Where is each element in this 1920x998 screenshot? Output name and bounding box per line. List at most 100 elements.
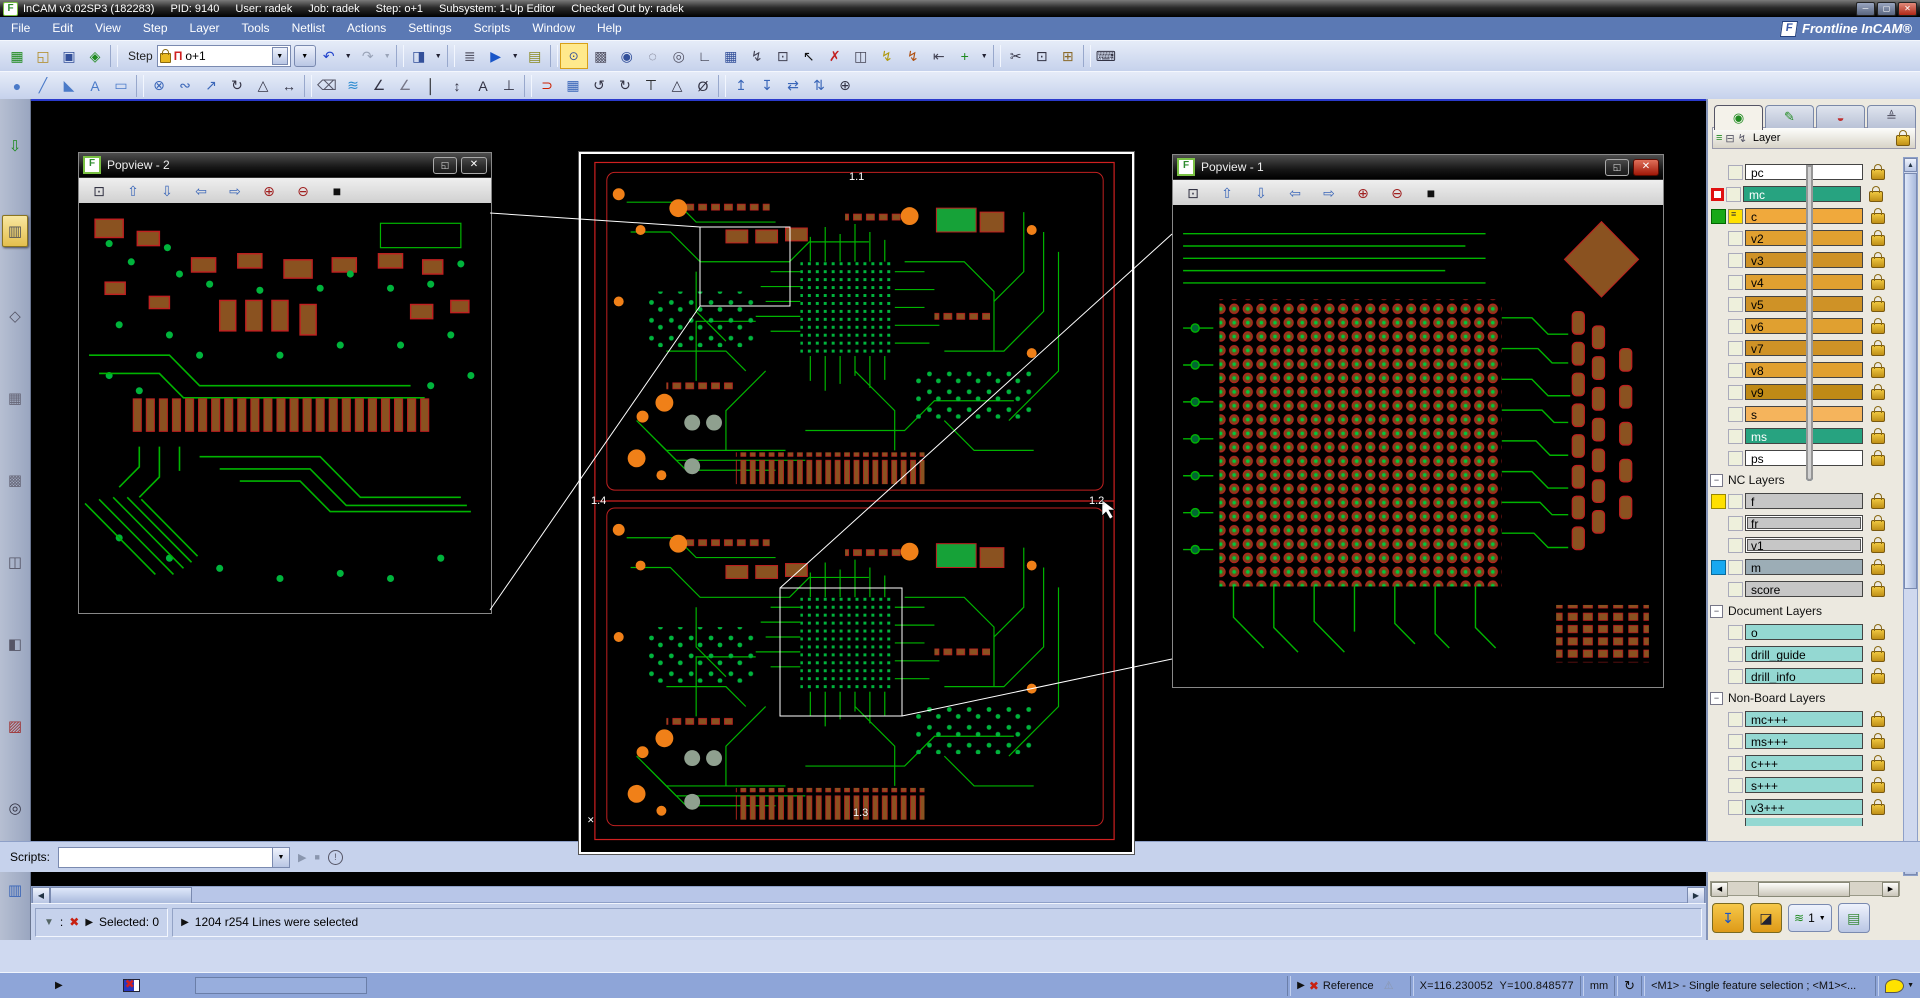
maximize-button[interactable]: ▢ — [1877, 2, 1896, 16]
layer-name[interactable]: v1 — [1745, 537, 1863, 553]
layer-checkbox[interactable] — [1728, 494, 1743, 509]
language-icon[interactable]: ✖ — [123, 979, 140, 992]
popview-2-canvas[interactable] — [79, 203, 491, 613]
move-right-icon[interactable]: ⇨ — [1317, 181, 1341, 205]
clear-selection-icon[interactable]: ✖ — [69, 915, 79, 929]
lock-icon[interactable] — [1871, 629, 1885, 640]
layer-count-combo[interactable]: ≋ 1 ▼ — [1788, 904, 1832, 932]
lock-icon[interactable] — [1871, 673, 1885, 684]
move-up-icon[interactable]: ⇧ — [121, 179, 145, 203]
move-vertex-icon[interactable]: ↕ — [444, 74, 470, 98]
run-icon[interactable]: ▶ — [483, 44, 509, 68]
layer-checkbox[interactable] — [1728, 407, 1743, 422]
layer-indicator[interactable] — [1711, 648, 1726, 661]
layer-checkbox[interactable] — [1728, 165, 1743, 180]
layer-checkbox[interactable] — [1728, 778, 1743, 793]
scroll-thumb[interactable] — [1904, 173, 1917, 589]
expand-icon[interactable]: ▶ — [85, 917, 93, 928]
arc-ccw-icon[interactable]: ↺ — [586, 74, 612, 98]
scroll-up-icon[interactable]: ▲ — [1904, 158, 1917, 172]
layer-checkbox[interactable] — [1728, 385, 1743, 400]
layer-name[interactable]: v3 — [1745, 252, 1863, 268]
layer-name[interactable]: fr — [1745, 515, 1863, 531]
layer-name[interactable]: mc+++ — [1745, 711, 1863, 727]
layer-checkbox[interactable] — [1728, 319, 1743, 334]
panel-tool-icon[interactable]: ▥ — [2, 215, 28, 247]
layer-checkbox[interactable] — [1728, 582, 1743, 597]
layer-name[interactable]: v5 — [1745, 296, 1863, 312]
measure-tool-icon[interactable]: ▥ — [2, 877, 28, 903]
layer-indicator[interactable] — [1711, 626, 1726, 639]
layers-hscrollbar[interactable]: ◀ ▶ — [1710, 881, 1900, 896]
layer-checkbox[interactable] — [1728, 363, 1743, 378]
tab-highlight[interactable]: ◒ — [1816, 105, 1865, 128]
sep[interactable] — [447, 45, 455, 67]
layer-name[interactable]: s+++ — [1745, 777, 1863, 793]
script-icon[interactable]: ≣ — [457, 44, 483, 68]
layer-indicator[interactable] — [1711, 583, 1726, 596]
lock-icon[interactable] — [1871, 433, 1885, 444]
scroll-thumb[interactable] — [1758, 882, 1850, 897]
layer-checkbox[interactable] — [1728, 560, 1743, 575]
layer-name[interactable]: ms — [1745, 428, 1863, 444]
sep[interactable] — [718, 75, 726, 97]
layer-name[interactable]: c — [1745, 208, 1863, 224]
collapse-all-icon[interactable]: ⊟ — [1725, 132, 1734, 145]
scroll-right-icon[interactable]: ▶ — [1882, 882, 1899, 897]
new-job-icon[interactable]: ▦ — [4, 44, 30, 68]
layer-indicator[interactable] — [1711, 232, 1726, 245]
add-text-icon[interactable]: A — [82, 74, 108, 98]
layer-indicator[interactable] — [1711, 166, 1726, 179]
layer-checkbox[interactable] — [1728, 341, 1743, 356]
layer-checkbox[interactable] — [1726, 187, 1741, 202]
layer-checkbox[interactable] — [1728, 669, 1743, 684]
layer-indicator[interactable] — [1711, 276, 1726, 289]
graphic-canvas[interactable]: F Popview - 2 ◱ ✕ ⊡⇧⇩⇦⇨⊕⊖■ — [31, 99, 1706, 886]
lock-icon[interactable] — [1871, 782, 1885, 793]
select-polygon-icon[interactable]: ∟ — [692, 44, 718, 68]
layer-name[interactable]: score — [1745, 581, 1863, 597]
lock-icon[interactable] — [1871, 411, 1885, 422]
tab-compare[interactable]: ≜ — [1867, 105, 1916, 128]
layer-checkbox[interactable] — [1728, 253, 1743, 268]
layer-name[interactable]: o — [1745, 624, 1863, 640]
menu-item[interactable]: Tools — [231, 17, 281, 40]
move-left-icon[interactable]: ⇦ — [189, 179, 213, 203]
layer-checkbox[interactable] — [1728, 209, 1743, 224]
menu-item[interactable]: Edit — [41, 17, 84, 40]
erase-icon[interactable]: ⌫ — [314, 74, 340, 98]
layer-name[interactable]: v6 — [1745, 318, 1863, 334]
align-down-icon[interactable]: ↧ — [754, 74, 780, 98]
lock-icon[interactable] — [1871, 716, 1885, 727]
chip-tool-icon[interactable]: ▦ — [2, 385, 28, 411]
filter-layers-icon[interactable]: ≡ — [1716, 132, 1722, 144]
view3d-tool-icon[interactable]: ◫ — [2, 549, 28, 575]
undo-icon[interactable]: ↶ — [316, 44, 342, 68]
select-group-icon[interactable]: ◎ — [666, 44, 692, 68]
layer-indicator[interactable] — [1711, 494, 1726, 509]
lock-icon[interactable] — [1871, 520, 1885, 531]
select-net-icon[interactable]: ▩ — [588, 44, 614, 68]
lock-icon[interactable] — [1871, 564, 1885, 575]
lock-icon[interactable] — [1869, 191, 1883, 202]
lock-icon[interactable] — [1871, 760, 1885, 771]
angle-icon[interactable]: ∠ — [366, 74, 392, 98]
lock-icon[interactable] — [1871, 323, 1885, 334]
layer-indicator[interactable] — [1711, 254, 1726, 267]
layer-checkbox[interactable] — [1728, 625, 1743, 640]
lock-icon[interactable] — [1871, 301, 1885, 312]
diameter-icon[interactable]: Ø — [690, 74, 716, 98]
layer-table-button[interactable]: ▤ — [1838, 903, 1870, 933]
flatten-step-icon[interactable]: ⊡ — [770, 44, 796, 68]
lock-icon[interactable] — [1871, 169, 1885, 180]
panel-matrix-icon[interactable]: ▦ — [718, 44, 744, 68]
collapse-icon[interactable]: − — [1710, 605, 1723, 618]
highlight2-icon[interactable]: ↯ — [900, 44, 926, 68]
expand-icon[interactable]: ▶ — [181, 917, 189, 928]
popview-1-canvas[interactable] — [1173, 205, 1663, 687]
layer-name[interactable]: ms+++ — [1745, 733, 1863, 749]
layer-indicator[interactable] — [1711, 801, 1726, 814]
reference-toggle-icon[interactable]: ▶ — [1297, 980, 1305, 991]
menu-item[interactable]: Help — [586, 17, 633, 40]
lock-icon[interactable] — [1871, 651, 1885, 662]
